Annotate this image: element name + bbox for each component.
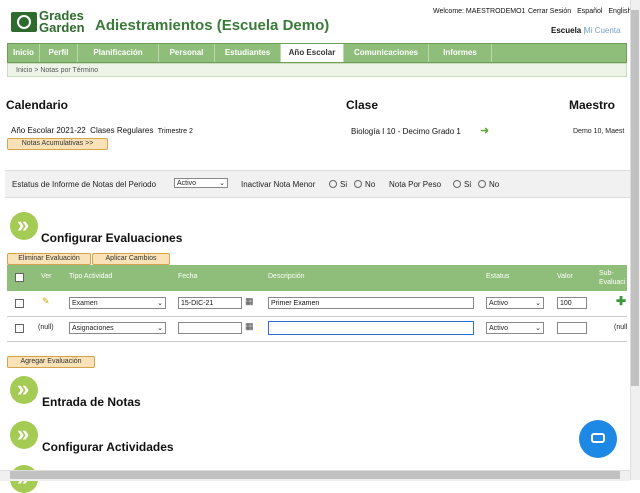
fecha-input[interactable] [178, 322, 242, 334]
agregar-evaluacion-button[interactable]: Agregar Evaluación [7, 356, 95, 368]
descripcion-input[interactable] [268, 321, 474, 335]
inactivar-si-radio[interactable] [329, 180, 337, 188]
inactivar-no-radio[interactable] [354, 180, 362, 188]
hscroll-thumb[interactable] [10, 471, 620, 479]
expand-configurar-icon[interactable] [10, 212, 38, 240]
entrada-title: Entrada de Notas [42, 395, 141, 409]
calendar-icon[interactable]: ▦ [245, 296, 254, 307]
school-logo-icon [11, 12, 37, 32]
main-nav: Inicio Perfil Planificación Personal Est… [7, 43, 627, 63]
estatus-row-select[interactable]: Activo ⌄ [486, 322, 544, 334]
maestro-title: Maestro [569, 98, 616, 112]
row-checkbox[interactable] [15, 324, 24, 333]
nav-perfil[interactable]: Perfil [40, 44, 78, 62]
expand-actividades-icon[interactable] [10, 421, 38, 449]
chevron-down-icon: ⌄ [535, 300, 541, 307]
por-peso-si-radio[interactable] [453, 180, 461, 188]
col-sub: Sub- Evaluaci [599, 270, 626, 286]
nav-personal[interactable]: Personal [159, 44, 215, 62]
por-peso-no-label: No [489, 180, 500, 189]
nav-planificacion[interactable]: Planificación [78, 44, 159, 62]
nav-estudiantes[interactable]: Estudiantes [215, 44, 281, 62]
chevron-down-icon: ⌄ [157, 300, 163, 307]
estatus-select[interactable]: Activo ⌄ [174, 178, 228, 188]
escuela-link[interactable]: Escuela | [551, 26, 586, 35]
lang-en-link[interactable]: English [608, 8, 631, 15]
col-tipo: Tipo Actividad [69, 273, 113, 280]
select-all-checkbox[interactable] [15, 273, 24, 282]
expand-entrada-icon[interactable] [10, 376, 38, 404]
calendar-icon[interactable]: ▦ [245, 321, 254, 332]
valor-input[interactable]: 100 [557, 297, 587, 309]
scroll-thumb[interactable] [631, 10, 639, 386]
nav-informes[interactable]: Informes [429, 44, 492, 62]
col-fecha: Fecha [178, 273, 198, 280]
estatus-row-select[interactable]: Activo ⌄ [486, 297, 544, 309]
tipo-select[interactable]: Examen ⌄ [69, 297, 166, 309]
col-ver: Ver [41, 273, 52, 280]
por-peso-label: Nota Por Peso [389, 180, 442, 189]
estatus-label: Estatus de Informe de Notas del Periodo [12, 180, 157, 189]
chevron-down-icon: ⌄ [157, 325, 163, 332]
ver-null: (null) [38, 324, 54, 331]
row-checkbox[interactable] [15, 299, 24, 308]
nav-inicio[interactable]: Inicio [8, 44, 40, 62]
pencil-icon[interactable]: ✎ [42, 296, 50, 307]
por-peso-no-radio[interactable] [478, 180, 486, 188]
logout-link[interactable]: Cerrar Sesión [528, 8, 571, 15]
clase-title: Clase [346, 98, 379, 112]
col-estatus: Estatus [486, 273, 510, 280]
welcome-text: Welcome: MAESTRODEMO1 [433, 8, 526, 15]
maestro-name: Demo 10, Maest [573, 128, 625, 135]
col-descripcion: Descripción [268, 273, 305, 280]
actividades-title: Configurar Actividades [42, 440, 174, 454]
nav-comunicaciones[interactable]: Comunicaciones [344, 44, 429, 62]
valor-input[interactable] [557, 322, 587, 334]
chevron-down-icon: ⌄ [219, 180, 225, 187]
descripcion-input[interactable]: Primer Examen [268, 297, 474, 309]
calendario-title: Calendario [6, 98, 69, 112]
top-links: Cerrar Sesión Español English [524, 8, 631, 15]
logo-text: Grades Garden [39, 8, 85, 35]
breadcrumb-inicio[interactable]: Inicio [16, 67, 32, 74]
add-sub-icon[interactable]: ✚ [616, 294, 626, 308]
inactivar-si-label: Si [340, 180, 348, 189]
clase-name: Biología I 10 - Decimo Grado 1 [351, 127, 461, 136]
app-title: Adiestramientos (Escuela Demo) [95, 17, 330, 34]
arrow-right-icon[interactable]: ➜ [480, 124, 489, 137]
chevron-down-icon: ⌄ [535, 325, 541, 332]
inactivar-no-label: No [365, 180, 376, 189]
inactivar-label: Inactivar Nota Menor [241, 180, 316, 189]
breadcrumb: Inicio > Notas por Término [7, 63, 627, 77]
sub-null: (null [614, 324, 628, 331]
eliminar-evaluacion-button[interactable]: Eliminar Evaluación [7, 253, 91, 265]
mi-cuenta-link[interactable]: Mi Cuenta [584, 26, 620, 35]
chat-icon[interactable] [579, 420, 617, 458]
calendario-year: Año Escolar 2021-22 Clases Regulares Tri… [11, 126, 193, 135]
tipo-select[interactable]: Asignaciones ⌄ [69, 322, 166, 334]
fecha-input[interactable]: 15-DIC-21 [178, 297, 242, 309]
por-peso-si-label: Si [464, 180, 472, 189]
notas-acumulativas-button[interactable]: Notas Acumulativas >> [7, 138, 108, 150]
configurar-title: Configurar Evaluaciones [41, 231, 183, 245]
breadcrumb-current: Notas por Término [40, 67, 99, 74]
lang-es-link[interactable]: Español [577, 8, 602, 15]
aplicar-cambios-button[interactable]: Aplicar Cambios [92, 253, 170, 265]
nav-ano-escolar[interactable]: Año Escolar [281, 44, 344, 62]
col-valor: Valor [557, 273, 573, 280]
